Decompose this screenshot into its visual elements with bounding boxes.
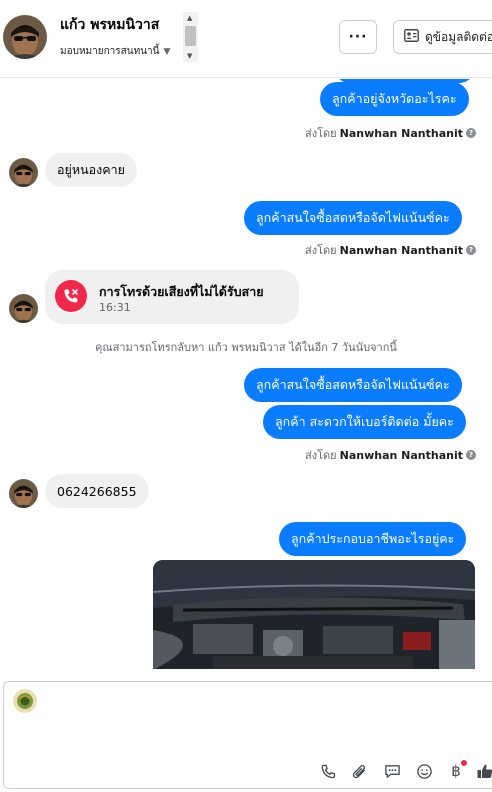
caret-down-icon: ▼: [163, 46, 171, 57]
message-composer: ฿: [3, 681, 492, 789]
help-icon[interactable]: ?: [466, 128, 476, 138]
sent-by-label: ส่งโดย Nanwhan Nanthanit ?: [305, 446, 476, 464]
sent-by-label: ส่งโดย Nanwhan Nanthanit ?: [305, 124, 476, 142]
contact-name[interactable]: แก้ว พรหมนิวาส: [60, 14, 159, 36]
contact-avatar-small[interactable]: [9, 294, 38, 323]
conversation-header: แก้ว พรหมนิวาส มอบหมายการสนทนานี้ ▼ ▲ ▼ …: [0, 0, 492, 78]
payment-baht-icon[interactable]: ฿: [445, 760, 467, 782]
more-options-label: ···: [348, 29, 368, 45]
more-options-button[interactable]: ···: [339, 20, 377, 54]
emoji-icon[interactable]: [413, 760, 435, 782]
message-bubble-outgoing[interactable]: ลูกค้าประกอบอาชีพอะไรอยู่คะ: [279, 522, 467, 556]
contact-avatar-small[interactable]: [9, 158, 38, 187]
message-text: ลูกค้าสนใจซื้อสดหรือจัดไฟแน้นซ์คะ: [256, 377, 450, 392]
scroll-down-arrow-icon[interactable]: ▼: [187, 52, 192, 60]
sender-name: Nanwhan Nanthanit: [339, 126, 463, 140]
message-text: อยู่หนองคาย: [57, 162, 125, 177]
message-bubble-outgoing[interactable]: ลูกค้า สะดวกให้เบอร์ติดต่อ มั้ยคะ: [263, 405, 466, 439]
missed-call-icon: [55, 280, 87, 312]
contact-info-label: ดูข้อมูลติดต่อ: [425, 29, 492, 44]
message-text: ลูกค้าสนใจซื้อสดหรือจัดไฟแน้นซ์คะ: [256, 210, 450, 225]
message-text: ลูกค้าอยู่จังหวัดอะไรคะ: [332, 91, 457, 106]
message-thread[interactable]: ลูกค้าอยู่จังหวัดอะไรคะ ส่งโดย Nanwhan N…: [0, 79, 492, 669]
phone-icon[interactable]: [317, 760, 339, 782]
photo-attachment[interactable]: [153, 560, 475, 669]
contact-avatar-small[interactable]: [9, 479, 38, 508]
assign-label: มอบหมายการสนทนานี้: [60, 46, 160, 57]
message-bubble-outgoing[interactable]: ลูกค้าสนใจซื้อสดหรือจัดไฟแน้นซ์คะ: [244, 368, 462, 402]
missed-call-card[interactable]: การโทรด้วยเสียงที่ไม่ได้รับสาย 16:31: [45, 270, 299, 324]
sender-name: Nanwhan Nanthanit: [339, 448, 463, 462]
message-text: ลูกค้าประกอบอาชีพอะไรอยู่คะ: [291, 531, 455, 546]
attachment-icon[interactable]: [348, 760, 370, 782]
sent-by-prefix: ส่งโดย: [305, 244, 337, 257]
missed-call-time: 16:31: [99, 301, 131, 314]
scrollbar-thumb[interactable]: [185, 26, 196, 46]
message-bubble-outgoing[interactable]: ลูกค้าอยู่จังหวัดอะไรคะ: [320, 82, 469, 116]
sent-by-prefix: ส่งโดย: [305, 127, 337, 140]
thumbs-up-icon[interactable]: [474, 760, 492, 782]
message-bubble-outgoing[interactable]: ลูกค้าสนใจซื้อสดหรือจัดไฟแน้นซ์คะ: [244, 201, 462, 235]
missed-call-title: การโทรด้วยเสียงที่ไม่ได้รับสาย: [99, 284, 264, 299]
sent-by-prefix: ส่งโดย: [305, 449, 337, 462]
scroll-up-arrow-icon[interactable]: ▲: [187, 14, 192, 22]
contact-card-icon: [404, 29, 419, 45]
message-input[interactable]: [46, 690, 476, 750]
sender-name: Nanwhan Nanthanit: [339, 243, 463, 257]
help-icon[interactable]: ?: [466, 450, 476, 460]
contact-info-button[interactable]: ดูข้อมูลติดต่อ: [393, 20, 492, 54]
contact-avatar[interactable]: [3, 15, 47, 59]
message-bubble-incoming[interactable]: อยู่หนองคาย: [45, 153, 137, 187]
call-back-notice: คุณสามารถโทรกลับหา แก้ว พรหมนิวาส ได้ในอ…: [95, 341, 397, 354]
sent-by-label: ส่งโดย Nanwhan Nanthanit ?: [305, 241, 476, 259]
notification-dot: [461, 760, 467, 766]
composer-toolbar: ฿: [4, 758, 492, 784]
header-scrollbar[interactable]: ▲ ▼: [183, 12, 198, 62]
message-bubble-incoming[interactable]: 0624266855: [45, 474, 149, 508]
message-text: ลูกค้า สะดวกให้เบอร์ติดต่อ มั้ยคะ: [275, 414, 454, 429]
message-text: 0624266855: [57, 483, 137, 499]
help-icon[interactable]: ?: [466, 245, 476, 255]
assign-conversation-dropdown[interactable]: มอบหมายการสนทนานี้ ▼: [60, 44, 170, 59]
page-avatar: [13, 689, 37, 713]
saved-replies-icon[interactable]: [381, 760, 403, 782]
